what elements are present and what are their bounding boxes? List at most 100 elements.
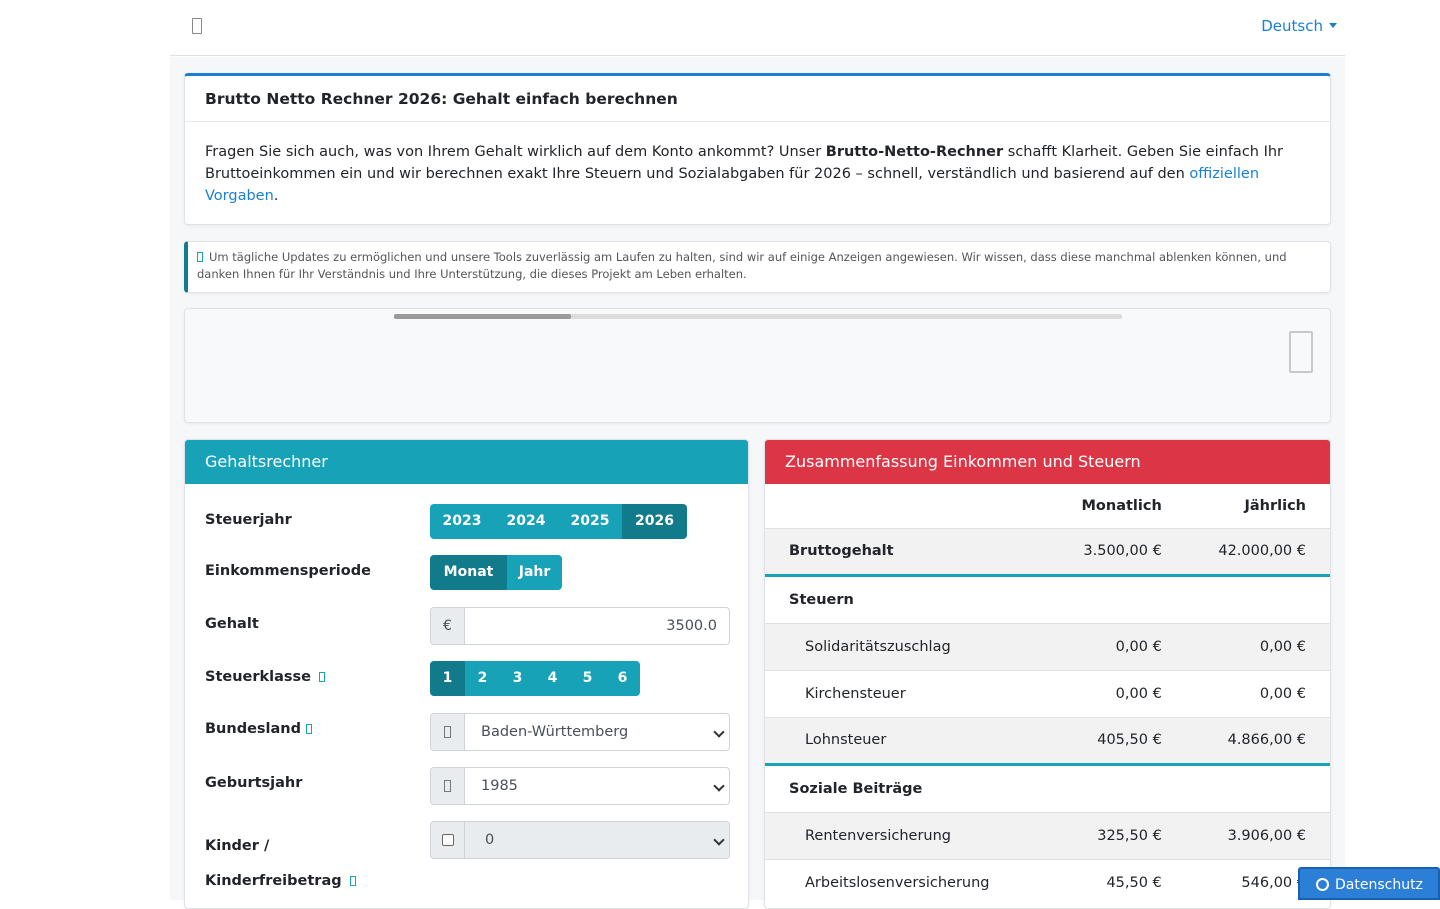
birth-year-label: Geburtsjahr: [205, 775, 303, 791]
taxes-section-row: Steuern: [765, 573, 1330, 623]
gross-row: Bruttogehalt 3.500,00 €42.000,00 €: [765, 527, 1330, 575]
tax-yearly: 4.866,00 €: [1161, 716, 1330, 764]
tax-monthly: 0,00 €: [1013, 622, 1162, 670]
tax-label: Kirchensteuer: [765, 669, 1014, 717]
period-label: Einkommensperiode: [205, 563, 371, 579]
tax-monthly: 0,00 €: [1013, 669, 1162, 717]
state-select-group: Baden-Württemberg: [430, 713, 730, 751]
map-icon: [431, 714, 465, 750]
tax-year-label: Steuerjahr: [205, 512, 292, 528]
table-row: Lohnsteuer 405,50 €4.866,00 €: [765, 716, 1330, 764]
ad-scrollbar-thumb[interactable]: [394, 314, 571, 319]
child-allowance-label: Kinderfreibetrag: [205, 873, 342, 889]
tax-year-2026-button[interactable]: 2026: [622, 504, 687, 539]
state-select[interactable]: Baden-Württemberg: [465, 714, 729, 750]
tax-class-label: Steuerklasse: [205, 669, 312, 685]
period-year-button[interactable]: Jahr: [507, 555, 562, 590]
ad-scrollbar[interactable]: [394, 314, 1122, 319]
info-icon[interactable]: [319, 672, 326, 682]
tax-year-buttons: 2023 2024 2025 2026: [430, 504, 687, 539]
tax-class-1-button[interactable]: 1: [430, 661, 465, 696]
privacy-label: Datenschutz: [1335, 877, 1423, 893]
state-label: Bundesland: [205, 721, 301, 737]
ads-notice: Um tägliche Updates zu ermöglichen und u…: [184, 241, 1331, 293]
tax-class-3-button[interactable]: 3: [500, 661, 535, 696]
birth-year-select[interactable]: 1985: [465, 768, 729, 804]
table-row: Arbeitslosenversicherung 45,50 €546,00 €: [765, 858, 1330, 906]
social-monthly: 325,50 €: [1013, 811, 1162, 859]
state-label-wrap: Bundesland: [205, 721, 312, 737]
tax-monthly: 405,50 €: [1013, 716, 1162, 764]
tax-yearly: 0,00 €: [1161, 622, 1330, 670]
tax-class-2-button[interactable]: 2: [465, 661, 500, 696]
caret-down-icon: [1329, 23, 1337, 28]
summary-card: Zusammenfassung Einkommen und Steuern Mo…: [764, 439, 1331, 909]
summary-title: Zusammenfassung Einkommen und Steuern: [765, 440, 1330, 484]
info-icon[interactable]: [349, 876, 356, 886]
notice-text: Um tägliche Updates zu ermöglichen und u…: [197, 250, 1287, 281]
tax-year-2025-button[interactable]: 2025: [558, 504, 622, 539]
children-checkbox[interactable]: [441, 834, 454, 846]
summary-table: Monatlich Jährlich Bruttogehalt 3.500,00 €…: [765, 484, 1330, 906]
table-row: Solidaritätszuschlag 0,00 €0,00 €: [765, 622, 1330, 670]
salary-input-group: € 3500.0: [430, 607, 730, 645]
children-label-wrap: Kinder / Kinderfreibetrag: [205, 829, 356, 899]
intro-text-bold: Brutto-Netto-Rechner: [825, 144, 1004, 160]
language-label: Deutsch: [1261, 17, 1323, 35]
info-icon: [197, 252, 203, 262]
tax-class-label-wrap: Steuerklasse: [205, 669, 326, 685]
table-row: Rentenversicherung 325,50 €3.906,00 €: [765, 811, 1330, 859]
tax-class-4-button[interactable]: 4: [535, 661, 570, 696]
tax-year-2024-button[interactable]: 2024: [494, 504, 558, 539]
col-yearly: Jährlich: [1244, 497, 1306, 514]
table-header: Monatlich Jährlich: [765, 484, 1330, 528]
ad-placeholder-icon: [1289, 331, 1313, 373]
salary-input[interactable]: 3500.0: [465, 608, 729, 644]
birth-year-row: Geburtsjahr 1985: [205, 767, 730, 805]
tax-class-row: Steuerklasse 1 2 3 4 5 6: [205, 661, 730, 696]
period-month-button[interactable]: Monat: [430, 555, 507, 590]
col-monthly: Monatlich: [1081, 497, 1162, 514]
main-content: Brutto Netto Rechner 2026: Gehalt einfac…: [170, 57, 1345, 909]
social-label: Arbeitslosenversicherung: [765, 858, 1014, 906]
social-section-label: Soziale Beiträge: [765, 762, 1330, 812]
birth-year-select-group: 1985: [430, 767, 730, 805]
privacy-settings-button[interactable]: Datenschutz: [1298, 867, 1440, 900]
info-icon[interactable]: [306, 724, 312, 734]
intro-card: Brutto Netto Rechner 2026: Gehalt einfac…: [184, 73, 1331, 225]
children-input-group: 0: [430, 821, 730, 859]
tax-class-buttons: 1 2 3 4 5 6: [430, 661, 640, 696]
social-label: Rentenversicherung: [765, 811, 1014, 859]
salary-row: Gehalt € 3500.0: [205, 607, 730, 645]
tax-label: Solidaritätszuschlag: [765, 622, 1014, 670]
tax-yearly: 0,00 €: [1161, 669, 1330, 717]
calculator-title: Gehaltsrechner: [185, 440, 748, 484]
intro-text: Fragen Sie sich auch, was von Ihrem Geha…: [185, 122, 1330, 226]
state-row: Bundesland Baden-Württemberg: [205, 713, 730, 751]
intro-text-part: Fragen Sie sich auch, was von Ihrem Geha…: [205, 144, 826, 160]
period-row: Einkommensperiode Monat Jahr: [205, 555, 730, 590]
tax-class-5-button[interactable]: 5: [570, 661, 605, 696]
children-label: Kinder /: [205, 838, 270, 854]
euro-addon: €: [431, 608, 465, 644]
tax-year-row: Steuerjahr 2023 2024 2025 2026: [205, 504, 730, 539]
ad-container: [184, 308, 1331, 423]
period-buttons: Monat Jahr: [430, 555, 562, 590]
gross-label: Bruttogehalt: [765, 527, 1014, 575]
children-checkbox-addon: [431, 822, 465, 858]
taxes-section-label: Steuern: [765, 573, 1330, 623]
social-monthly: 45,50 €: [1013, 858, 1162, 906]
children-row: Kinder / Kinderfreibetrag 0: [205, 821, 730, 889]
social-yearly: 3.906,00 €: [1161, 811, 1330, 859]
children-select[interactable]: 0: [465, 822, 729, 858]
tax-label: Lohnsteuer: [765, 716, 1014, 764]
tax-class-6-button[interactable]: 6: [605, 661, 640, 696]
calculator-card: Gehaltsrechner Steuerjahr 2023 2024 2025…: [184, 439, 749, 909]
menu-icon[interactable]: [192, 18, 202, 34]
language-dropdown[interactable]: Deutsch: [1261, 17, 1337, 35]
calendar-icon: [431, 768, 465, 804]
top-navbar: Deutsch: [170, 0, 1345, 56]
page-title: Brutto Netto Rechner 2026: Gehalt einfac…: [185, 76, 1330, 122]
tax-year-2023-button[interactable]: 2023: [430, 504, 494, 539]
social-section-row: Soziale Beiträge: [765, 762, 1330, 812]
